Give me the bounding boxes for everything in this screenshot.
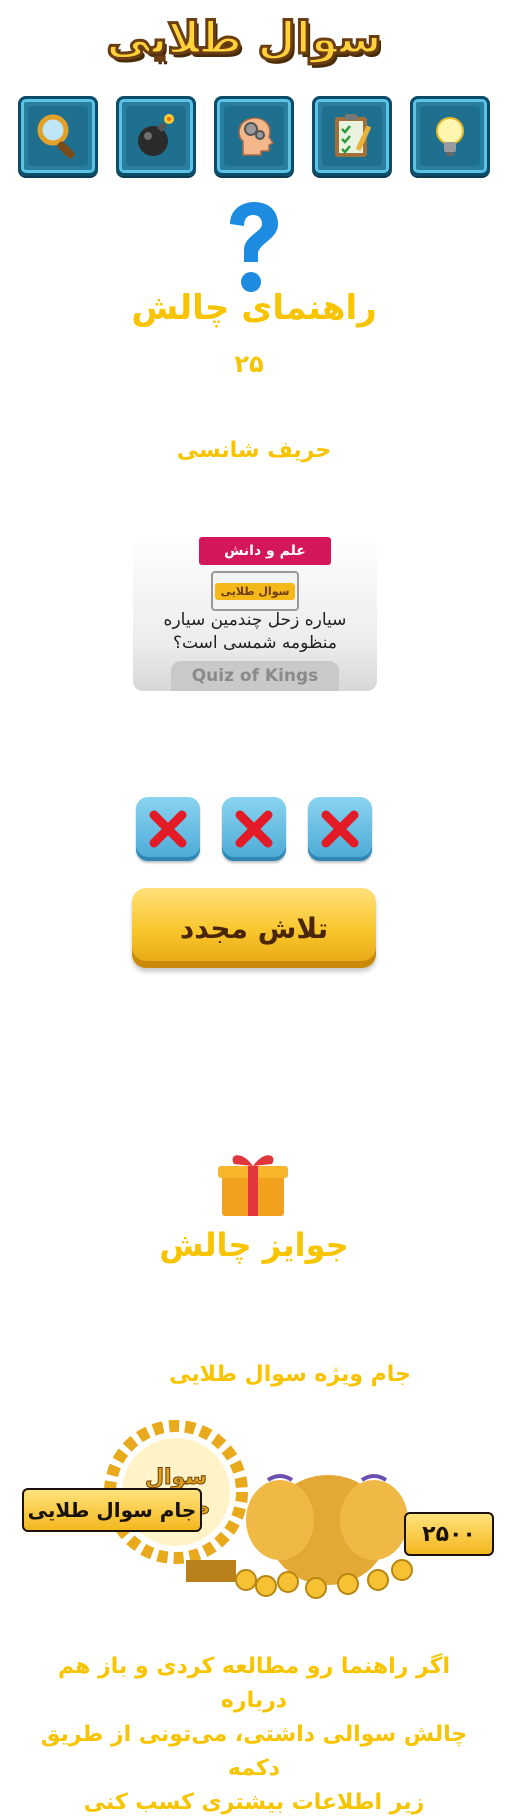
- wrong-answer-icon: [308, 797, 372, 861]
- wrong-answer-icon: [222, 797, 286, 861]
- gift-icon: [216, 1148, 290, 1218]
- magnifier-icon[interactable]: [18, 96, 98, 176]
- brain-gears-icon[interactable]: [214, 96, 294, 176]
- golden-question-badge: سوال طلایی: [211, 571, 299, 611]
- prize-amount: ۲۵۰۰: [404, 1512, 494, 1556]
- attempts-row: [136, 797, 372, 863]
- icons-row: [18, 96, 490, 178]
- question-line-1: سیاره زحل چندمین سیاره: [163, 610, 347, 630]
- wrong-answer-icon: [136, 797, 200, 861]
- footer-line-3: زیر اطلاعات بیشتری کسب کنی: [83, 1790, 425, 1815]
- lightbulb-icon[interactable]: [410, 96, 490, 176]
- footer-line-2: چالش سوالی داشتی، می‌تونی از طریق دکمه: [40, 1722, 468, 1781]
- cup-label: جام سوال طلایی: [22, 1488, 202, 1532]
- challenge-title: راهنمای چالش: [131, 288, 377, 328]
- footer-help-text: اگر راهنما رو مطالعه کردی و باز هم دربار…: [34, 1650, 474, 1820]
- brand-watermark: Quiz of Kings: [171, 661, 339, 691]
- game-logo: سوال طلایی: [0, 0, 508, 80]
- logo-text: سوال طلایی: [105, 11, 383, 65]
- question-mark-icon: [222, 202, 282, 298]
- golden-question-badge-text: سوال طلایی: [214, 582, 296, 600]
- challenge-number: ۲۵: [234, 350, 264, 378]
- cup-title: جام ویژه سوال طلایی: [169, 1362, 411, 1387]
- footer-line-1: اگر راهنما رو مطالعه کردی و باز هم دربار…: [57, 1654, 451, 1713]
- question-text: سیاره زحل چندمین سیاره منظومه شمسی است؟: [141, 609, 369, 655]
- category-badge: علم و دانش: [199, 537, 331, 565]
- opponent-label: حریف شانسی: [176, 438, 332, 463]
- retry-button[interactable]: تلاش مجدد: [132, 888, 376, 968]
- question-card: علم و دانش سوال طلایی سیاره زحل چندمین س…: [133, 535, 377, 691]
- laurel-text-line1: سوال: [145, 1465, 207, 1490]
- bomb-icon[interactable]: [116, 96, 196, 176]
- question-line-2: منظومه شمسی است؟: [172, 633, 338, 653]
- prizes-title: جوایز چالش: [159, 1226, 349, 1264]
- clipboard-checklist-icon[interactable]: [312, 96, 392, 176]
